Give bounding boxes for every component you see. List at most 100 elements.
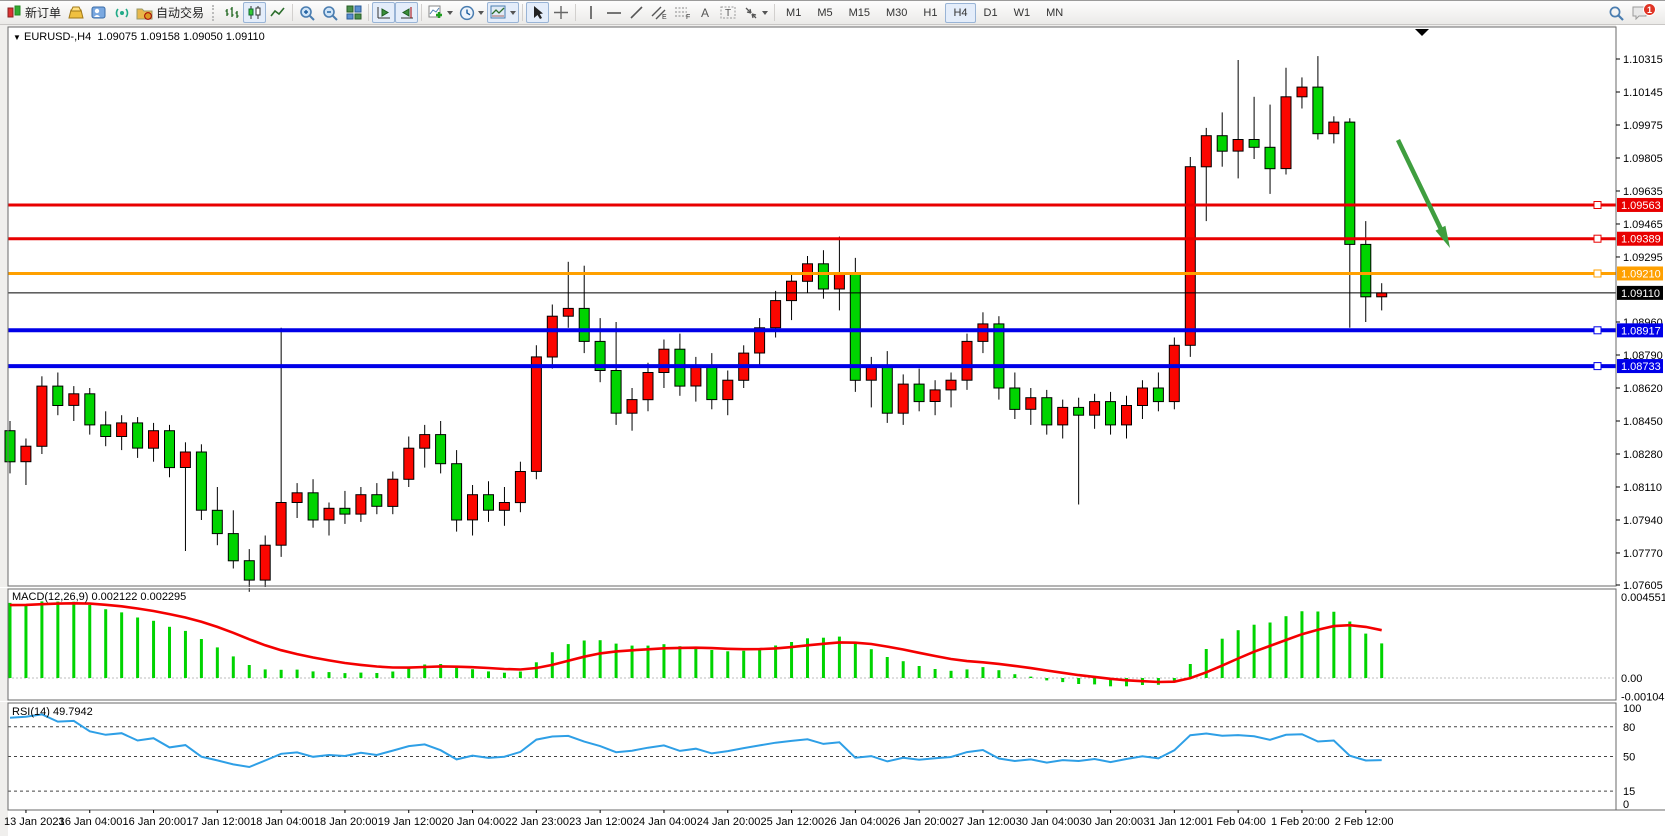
hline-anchor-handle[interactable] [1594, 202, 1601, 209]
time-axis-label: 17 Jan 12:00 [186, 816, 250, 828]
crosshair-tool-button[interactable] [549, 2, 572, 23]
timeframe-button-m30[interactable]: M30 [878, 3, 915, 23]
rsi-axis-label: 100 [1623, 703, 1641, 715]
candle-body [324, 508, 334, 520]
tile-windows-button[interactable] [342, 2, 365, 23]
market-watch-button[interactable] [64, 2, 87, 23]
hline-anchor-handle[interactable] [1594, 327, 1601, 334]
time-axis-label: 23 Jan 12:00 [569, 816, 633, 828]
candle-body [994, 324, 1004, 388]
candle-body [531, 357, 541, 472]
cursor-tool-button[interactable] [526, 2, 549, 23]
candle-body [372, 495, 382, 507]
line-chart-button[interactable] [266, 2, 289, 23]
timeframe-button-h4[interactable]: H4 [945, 3, 975, 23]
text-icon: A [699, 5, 713, 20]
timeframe-button-m5[interactable]: M5 [809, 3, 840, 23]
timeframe-button-m15[interactable]: M15 [841, 3, 878, 23]
candle-body [388, 479, 398, 506]
trendline-tool-button[interactable] [625, 2, 648, 23]
macd-axis-label: 0.004551 [1621, 592, 1665, 604]
time-axis-label: 24 Jan 20:00 [697, 816, 761, 828]
toolbar: 新订单 自动交易 [0, 0, 1665, 25]
add-indicator-button[interactable] [425, 2, 456, 23]
candle-body [276, 503, 286, 546]
candle-body [914, 384, 924, 402]
vline-tool-button[interactable] [579, 2, 602, 23]
timeframe-button-w1[interactable]: W1 [1006, 3, 1039, 23]
timeframe-button-m1[interactable]: M1 [778, 3, 809, 23]
arrows-tool-button[interactable] [740, 2, 771, 23]
time-axis-label: 2 Feb 12:00 [1335, 816, 1394, 828]
template-button[interactable] [487, 2, 519, 23]
candle-body [1249, 140, 1259, 148]
candle-body [180, 452, 190, 468]
candle-body [117, 423, 127, 437]
period-button[interactable] [456, 2, 487, 23]
autotrade-folder-icon [136, 6, 153, 20]
candle-body [1026, 398, 1036, 410]
chart-canvas[interactable]: 1.103151.101451.099751.098051.096351.094… [0, 25, 1665, 836]
current-price-tag-label: 1.09110 [1621, 288, 1660, 300]
hline-price-tag-label: 1.08733 [1621, 361, 1661, 373]
time-axis-label: 25 Jan 12:00 [761, 816, 825, 828]
channel-tool-button[interactable]: E [648, 2, 671, 23]
candlestick-chart-button[interactable] [243, 2, 266, 23]
zoom-out-button[interactable] [319, 2, 342, 23]
timeframe-button-h1[interactable]: H1 [915, 3, 945, 23]
equidistant-channel-icon: E [651, 5, 668, 20]
price-axis-label: 1.07770 [1623, 548, 1663, 560]
signal-button[interactable] [110, 2, 133, 23]
svg-text:F: F [686, 14, 690, 20]
bar-chart-button[interactable] [220, 2, 243, 23]
candle-body [69, 394, 79, 406]
candle-body [340, 508, 350, 514]
gold-ingot-icon [68, 6, 84, 20]
chat-button[interactable]: 1 [1628, 2, 1651, 23]
candle-body [1217, 136, 1227, 152]
candle-body [627, 400, 637, 414]
toolbar-separator [368, 4, 369, 21]
chart-collapse-icon[interactable]: ▼ [13, 33, 21, 42]
timeframe-button-d1[interactable]: D1 [976, 3, 1006, 23]
autotrade-button[interactable]: 自动交易 [133, 2, 207, 23]
candle-body [356, 495, 366, 514]
candle-body [1042, 398, 1052, 425]
candle-body [228, 534, 238, 561]
text-label-tool-button[interactable]: T [717, 2, 740, 23]
price-axis-label: 1.08620 [1623, 383, 1663, 395]
macd-indicator-label: MACD(12,26,9) 0.002122 0.002295 [12, 591, 186, 603]
price-axis-label: 1.08280 [1623, 449, 1663, 461]
timeframe-button-mn[interactable]: MN [1038, 3, 1071, 23]
candle-body [930, 390, 940, 402]
candle-body [1122, 406, 1132, 425]
chart-shift-button[interactable] [395, 2, 418, 23]
crosshair-icon [553, 5, 569, 20]
candle-body [1265, 147, 1275, 168]
chart-title: ▼ EURUSD-,H4 1.09075 1.09158 1.09050 1.0… [13, 31, 265, 43]
hline-anchor-handle[interactable] [1594, 363, 1601, 370]
hline-anchor-handle[interactable] [1594, 235, 1601, 242]
candle-body [292, 493, 302, 503]
candle-body [149, 431, 159, 449]
add-indicator-icon [428, 5, 444, 20]
svg-text:T: T [725, 8, 731, 19]
time-axis-label: 18 Jan 20:00 [314, 816, 378, 828]
vertical-line-icon [586, 5, 596, 20]
candle-body [1074, 407, 1084, 415]
fibonacci-tool-button[interactable]: F [671, 2, 694, 23]
hline-tool-button[interactable] [602, 2, 625, 23]
new-order-button[interactable]: 新订单 [4, 2, 64, 23]
zoom-in-button[interactable] [296, 2, 319, 23]
data-window-button[interactable] [87, 2, 110, 23]
clock-icon [459, 5, 475, 21]
auto-scroll-button[interactable] [372, 2, 395, 23]
search-button[interactable] [1605, 2, 1628, 23]
notification-badge[interactable]: 1 [1643, 3, 1656, 16]
candle-body [787, 281, 797, 300]
zoom-out-icon [322, 5, 339, 21]
candle-body [1138, 388, 1148, 406]
toolbar-grip [212, 5, 217, 21]
text-tool-button[interactable]: A [694, 2, 717, 23]
hline-anchor-handle[interactable] [1594, 270, 1601, 277]
